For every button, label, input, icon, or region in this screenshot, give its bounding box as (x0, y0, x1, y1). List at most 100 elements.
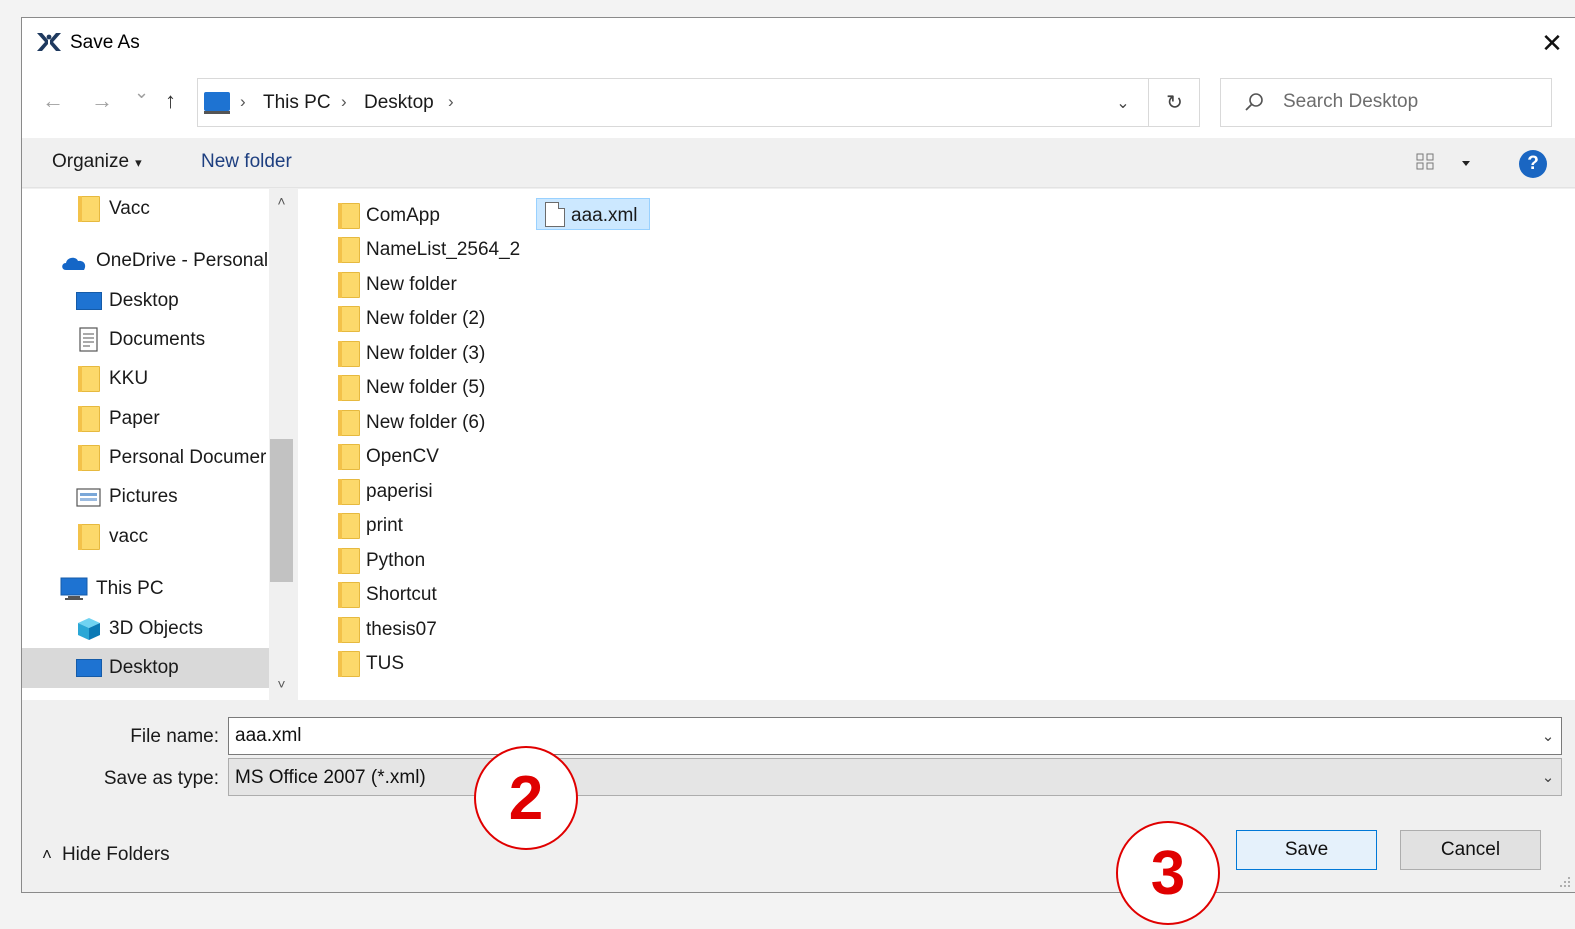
search-input[interactable] (1283, 87, 1533, 117)
breadcrumb-desktop[interactable]: Desktop (364, 92, 434, 114)
chevron-down-icon: ⌄ (1541, 769, 1555, 786)
folder-icon (338, 203, 360, 229)
close-icon: ✕ (1541, 27, 1563, 58)
chevron-down-icon: ⌄ (1116, 94, 1130, 112)
folder-icon (338, 237, 360, 263)
scroll-up-button[interactable]: ˄ (269, 193, 294, 215)
sidebar-scrollbar[interactable]: ˄ ˅ (269, 189, 294, 700)
annotation-marker-2: 2 (474, 746, 578, 850)
pc-icon (204, 92, 230, 114)
sidebar-item-pictures[interactable]: Pictures (22, 477, 269, 517)
view-options-icon (1416, 153, 1470, 170)
app-logo-icon (37, 33, 61, 51)
folder-item[interactable]: NameList_2564_2 (334, 233, 520, 265)
folder-icon (338, 582, 360, 608)
forward-button[interactable]: → (91, 88, 113, 114)
recent-locations-button[interactable]: ⌄ (134, 82, 149, 103)
address-bar[interactable]: › This PC › Desktop › ⌄ ↻ (197, 78, 1200, 127)
search-box[interactable] (1220, 78, 1552, 127)
file-name-label: File name: (130, 726, 219, 747)
address-dropdown-button[interactable]: ⌄ (1103, 79, 1143, 126)
chevron-up-icon: ˄ (277, 193, 286, 209)
folder-item[interactable]: print (334, 509, 514, 541)
breadcrumb-this-pc[interactable]: This PC (263, 92, 331, 114)
sidebar-item-3d-objects[interactable]: 3D Objects (22, 609, 269, 649)
resize-grip-icon[interactable] (1559, 876, 1571, 888)
chevron-down-icon: ˅ (277, 676, 286, 692)
save-as-type-dropdown-button[interactable]: ⌄ (1535, 759, 1561, 795)
file-name-field[interactable]: ⌄ (228, 717, 1562, 755)
sidebar-item-label: Desktop (109, 657, 179, 678)
breadcrumb-separator-icon[interactable]: › (448, 92, 454, 112)
file-item-aaa-xml[interactable]: aaa.xml (536, 198, 650, 230)
sidebar-item-vacc[interactable]: Vacc (22, 189, 269, 229)
scroll-down-button[interactable]: ˅ (269, 676, 294, 698)
sidebar-item-documents[interactable]: Documents (22, 320, 269, 360)
command-toolbar: Organize ▾ New folder ? (22, 138, 1575, 188)
save-as-type-select[interactable]: MS Office 2007 (*.xml) ⌄ (228, 758, 1562, 796)
title-bar: Save As ✕ (22, 18, 1575, 68)
sidebar-item-label: vacc (109, 526, 149, 547)
back-button[interactable]: ← (42, 88, 64, 114)
sidebar-item-label: Pictures (109, 486, 178, 507)
close-button[interactable]: ✕ (1529, 24, 1575, 62)
folder-item[interactable]: New folder (334, 268, 514, 300)
new-folder-button[interactable]: New folder (201, 151, 292, 173)
pictures-icon (76, 488, 101, 507)
folder-item[interactable]: New folder (2) (334, 302, 514, 334)
file-label: aaa.xml (571, 205, 638, 226)
sidebar-item-personal-documents[interactable]: Personal Documer (22, 438, 269, 478)
desktop-icon (76, 659, 102, 677)
breadcrumb-separator-icon: › (240, 92, 246, 111)
annotation-marker-3: 3 (1116, 821, 1220, 925)
folder-item[interactable]: ComApp (334, 199, 514, 231)
up-button[interactable]: ↑ (165, 88, 176, 114)
sidebar-item-onedrive[interactable]: OneDrive - Personal (22, 241, 269, 281)
sidebar-item-label: Vacc (109, 198, 150, 219)
folder-item[interactable]: paperisi (334, 475, 514, 507)
folder-item[interactable]: thesis07 (334, 613, 514, 645)
up-arrow-icon: ↑ (165, 88, 176, 113)
folder-item[interactable]: Python (334, 544, 514, 576)
breadcrumb-separator-icon: › (341, 92, 347, 111)
sidebar-item-label: 3D Objects (109, 618, 203, 639)
help-button[interactable]: ? (1519, 150, 1547, 178)
folder-item[interactable]: Shortcut (334, 578, 514, 610)
sidebar-item-desktop-selected[interactable]: Desktop (22, 648, 269, 688)
folder-label: New folder (6) (366, 412, 486, 433)
folder-item[interactable]: New folder (5) (334, 371, 514, 403)
folder-item[interactable]: New folder (3) (334, 337, 514, 369)
file-list-pane: ComApp NameList_2564_2 New folder New fo… (298, 189, 1575, 700)
sidebar-item-kku[interactable]: KKU (22, 359, 269, 399)
sidebar-item-label: KKU (109, 368, 149, 389)
folder-label: paperisi (366, 481, 433, 502)
file-name-dropdown-button[interactable]: ⌄ (1535, 718, 1561, 754)
folder-icon (338, 272, 360, 298)
cancel-button[interactable]: Cancel (1400, 830, 1541, 870)
document-icon (545, 202, 565, 227)
folder-icon (78, 406, 100, 432)
folder-item[interactable]: New folder (6) (334, 406, 514, 438)
folder-item[interactable]: TUS (334, 647, 514, 679)
navigation-bar: ← → ⌄ ↑ › This PC › Desktop › ⌄ ↻ (22, 68, 1575, 138)
sidebar-item-label: Documents (109, 329, 206, 350)
sidebar-item-this-pc[interactable]: This PC (22, 569, 269, 609)
chevron-down-icon: ⌄ (134, 82, 150, 102)
sidebar-item-paper[interactable]: Paper (22, 399, 269, 439)
scroll-thumb[interactable] (270, 439, 293, 582)
hide-folders-button[interactable]: ˄ Hide Folders (42, 844, 170, 866)
sidebar-item-label: Personal Documer (109, 447, 267, 468)
sidebar-item-vacc-lower[interactable]: vacc (22, 517, 269, 557)
folder-icon (338, 617, 360, 643)
folder-label: New folder (2) (366, 308, 486, 329)
help-icon: ? (1527, 153, 1539, 174)
folder-item[interactable]: OpenCV (334, 440, 514, 472)
folder-icon (78, 196, 100, 222)
organize-button[interactable]: Organize ▾ (52, 151, 142, 173)
chevron-down-icon: ⌄ (1541, 728, 1555, 745)
save-button[interactable]: Save (1236, 830, 1377, 870)
refresh-button[interactable]: ↻ (1148, 79, 1200, 126)
sidebar-item-desktop[interactable]: Desktop (22, 281, 269, 321)
file-name-input[interactable] (235, 722, 1515, 750)
change-view-button[interactable] (1414, 148, 1474, 178)
